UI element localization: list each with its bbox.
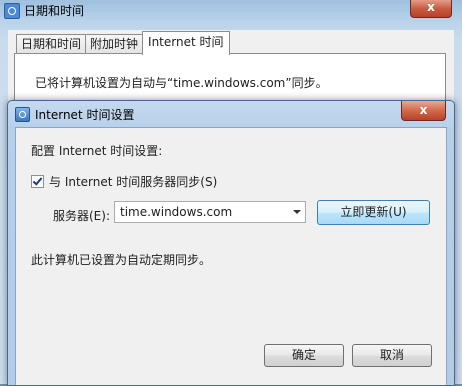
tab-strip: 日期和时间 附加时钟 Internet 时间 <box>16 31 230 55</box>
update-now-button[interactable]: 立即更新(U) <box>317 200 430 225</box>
server-select[interactable]: time.windows.com <box>114 201 306 223</box>
window-title: 日期和时间 <box>24 4 85 18</box>
sync-checkbox[interactable] <box>31 175 44 188</box>
dialog-title: Internet 时间设置 <box>35 108 135 122</box>
clock-icon <box>4 3 20 19</box>
sync-status-text: 已将计算机设置为自动与“time.windows.com”同步。 <box>35 76 328 90</box>
server-value[interactable]: time.windows.com <box>120 205 232 219</box>
sync-checkbox-label[interactable]: 与 Internet 时间服务器同步(S) <box>49 173 217 190</box>
tab-additional-clocks[interactable]: 附加时钟 <box>85 34 144 54</box>
sync-checkbox-row[interactable]: 与 Internet 时间服务器同步(S) <box>31 173 217 190</box>
tab-date-time[interactable]: 日期和时间 <box>16 34 87 54</box>
dialog-body: 配置 Internet 时间设置: 与 Internet 时间服务器同步(S) … <box>15 127 447 385</box>
auto-sync-text: 此计算机已设置为自动定期同步。 <box>31 253 212 267</box>
server-label: 服务器(E): <box>53 209 110 223</box>
config-label: 配置 Internet 时间设置: <box>31 144 163 158</box>
dialog-close-button[interactable]: x <box>401 101 446 121</box>
chevron-down-icon[interactable] <box>293 210 301 214</box>
internet-time-settings-dialog: Internet 时间设置 x 配置 Internet 时间设置: 与 Inte… <box>7 100 455 386</box>
tab-internet-time[interactable]: Internet 时间 <box>142 31 230 55</box>
internet-time-icon <box>15 107 30 122</box>
window-close-button[interactable]: x <box>410 0 452 18</box>
cancel-button[interactable]: 取消 <box>352 344 432 367</box>
window-titlebar: 日期和时间 x <box>0 0 462 22</box>
dialog-titlebar: Internet 时间设置 x <box>8 101 454 127</box>
ok-button[interactable]: 确定 <box>264 344 344 367</box>
